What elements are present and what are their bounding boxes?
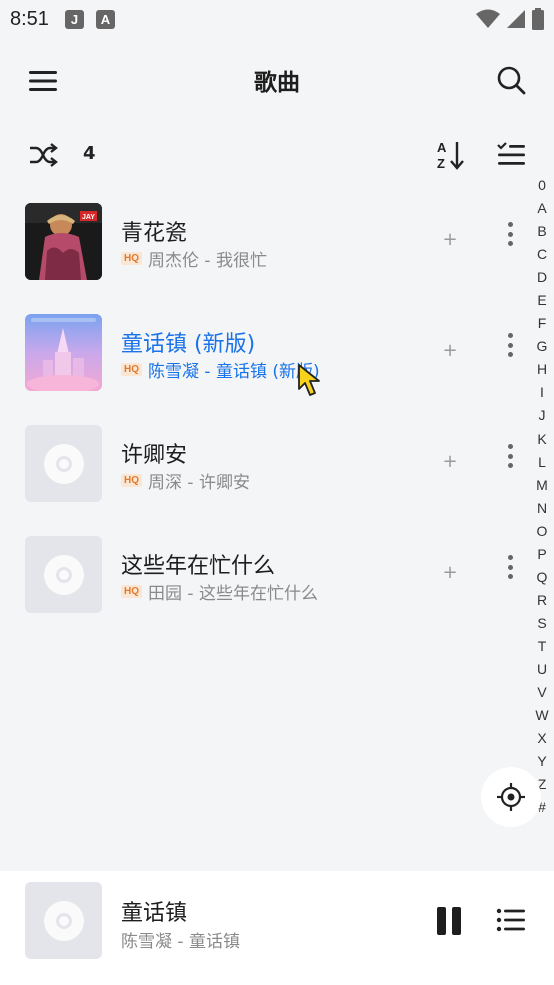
mini-player[interactable]: 童话镇 陈雪凝 - 童话镇 <box>0 871 554 985</box>
alphabet-index-letter[interactable]: S <box>537 613 546 636</box>
alphabet-index-letter[interactable]: U <box>537 659 547 682</box>
alphabet-index-letter[interactable]: M <box>536 475 548 498</box>
add-to-playlist-button[interactable]: + <box>441 342 459 360</box>
alphabet-index-letter[interactable]: Q <box>537 567 548 590</box>
add-to-playlist-button[interactable]: + <box>441 453 459 471</box>
album-cover <box>25 536 102 613</box>
alphabet-index-letter[interactable]: F <box>538 313 547 336</box>
alphabet-index-letter[interactable]: Y <box>537 751 546 774</box>
player-title: 童话镇 <box>121 901 188 926</box>
alphabet-index-letter[interactable]: G <box>537 336 548 359</box>
alphabet-index-letter[interactable]: T <box>538 636 547 659</box>
pause-button[interactable] <box>437 907 461 935</box>
album-badge-text: JAY <box>82 214 95 221</box>
status-bar: 8:51 J A <box>0 0 554 38</box>
disc-placeholder-icon <box>43 900 84 941</box>
alphabet-index-letter[interactable]: C <box>537 244 547 267</box>
queue-list-icon[interactable] <box>496 905 526 935</box>
battery-icon <box>532 8 544 30</box>
svg-text:A: A <box>437 140 447 155</box>
app-bar: 歌曲 <box>0 50 554 110</box>
alphabet-index-letter[interactable]: V <box>537 682 546 705</box>
alphabet-index-letter[interactable]: R <box>537 590 547 613</box>
alphabet-index-letter[interactable]: I <box>540 382 544 405</box>
more-options-button[interactable] <box>500 441 520 471</box>
alphabet-index-letter[interactable]: J <box>539 405 546 428</box>
song-artist-album: 田园 - 这些年在忙什么 <box>148 584 318 604</box>
app-j-icon: J <box>64 9 84 29</box>
list-toolbar: 4 A Z <box>0 135 554 175</box>
song-row[interactable]: 许卿安 HQ 周深 - 许卿安 + <box>0 413 525 513</box>
page-title: 歌曲 <box>254 70 300 96</box>
player-subtitle: 陈雪凝 - 童话镇 <box>121 932 240 952</box>
hq-badge: HQ <box>121 363 142 376</box>
hq-badge: HQ <box>121 585 142 598</box>
song-title: 童话镇 (新版) <box>121 332 256 357</box>
song-artist-album: 陈雪凝 - 童话镇 (新版) <box>148 362 320 382</box>
alphabet-index-letter[interactable]: D <box>537 267 547 290</box>
disc-placeholder-icon <box>43 554 84 595</box>
alphabet-index-letter[interactable]: N <box>537 498 547 521</box>
song-row[interactable]: 这些年在忙什么 HQ 田园 - 这些年在忙什么 + <box>0 524 525 624</box>
song-title: 这些年在忙什么 <box>121 554 276 579</box>
disc-placeholder-icon <box>43 443 84 484</box>
song-row[interactable]: JAY 青花瓷 HQ 周杰伦 - 我很忙 + <box>0 191 525 291</box>
alphabet-index-letter[interactable]: P <box>537 544 546 567</box>
locate-current-button[interactable] <box>481 767 541 827</box>
alphabet-index-letter[interactable]: K <box>537 429 546 452</box>
album-cover <box>25 314 102 391</box>
sort-az-icon[interactable]: A Z <box>435 139 465 171</box>
add-to-playlist-button[interactable]: + <box>441 231 459 249</box>
alphabet-index-letter[interactable]: E <box>537 290 546 313</box>
album-cover: JAY <box>25 203 102 280</box>
album-art-image <box>25 314 102 391</box>
alphabet-index-letter[interactable]: 0 <box>538 175 546 198</box>
wifi-icon <box>476 9 500 28</box>
alphabet-index-letter[interactable]: B <box>537 221 546 244</box>
svg-text:Z: Z <box>437 156 445 171</box>
alphabet-index-letter[interactable]: O <box>537 521 548 544</box>
song-meta: HQ 陈雪凝 - 童话镇 (新版) <box>121 357 320 382</box>
song-title: 青花瓷 <box>121 221 188 246</box>
song-artist-album: 周杰伦 - 我很忙 <box>148 251 267 271</box>
shuffle-icon[interactable] <box>28 140 58 170</box>
song-count: 4 <box>83 143 96 164</box>
search-icon[interactable] <box>495 64 527 96</box>
album-cover <box>25 425 102 502</box>
menu-icon[interactable] <box>28 66 58 96</box>
album-art-image: JAY <box>25 203 102 280</box>
hq-badge: HQ <box>121 474 142 487</box>
song-artist-album: 周深 - 许卿安 <box>148 473 250 493</box>
notification-icons: J A <box>64 9 115 29</box>
more-options-button[interactable] <box>500 219 520 249</box>
player-cover <box>25 882 102 959</box>
song-meta: HQ 田园 - 这些年在忙什么 <box>121 579 318 604</box>
more-options-button[interactable] <box>500 330 520 360</box>
alphabet-index-letter[interactable]: H <box>537 359 547 382</box>
song-meta: HQ 周杰伦 - 我很忙 <box>121 246 267 271</box>
alphabet-index-letter[interactable]: X <box>537 728 546 751</box>
alphabet-index-letter[interactable]: L <box>538 452 546 475</box>
song-meta: HQ 周深 - 许卿安 <box>121 468 250 493</box>
alphabet-index-letter[interactable]: W <box>535 705 548 728</box>
list-view-icon[interactable] <box>496 140 526 170</box>
alphabet-index[interactable]: 0 A B C D E F G H I J K L M N O P Q R S T U V W X Y Z # <box>530 175 554 820</box>
signal-icon <box>507 10 525 28</box>
app-a-icon: A <box>95 9 115 29</box>
alphabet-index-letter[interactable]: A <box>537 198 546 221</box>
status-time: 8:51 <box>10 7 49 30</box>
more-options-button[interactable] <box>500 552 520 582</box>
system-icons <box>476 8 544 30</box>
add-to-playlist-button[interactable]: + <box>441 564 459 582</box>
hq-badge: HQ <box>121 252 142 265</box>
locate-icon <box>497 783 525 811</box>
song-title: 许卿安 <box>121 443 188 468</box>
song-row[interactable]: 童话镇 (新版) HQ 陈雪凝 - 童话镇 (新版) + <box>0 302 525 402</box>
